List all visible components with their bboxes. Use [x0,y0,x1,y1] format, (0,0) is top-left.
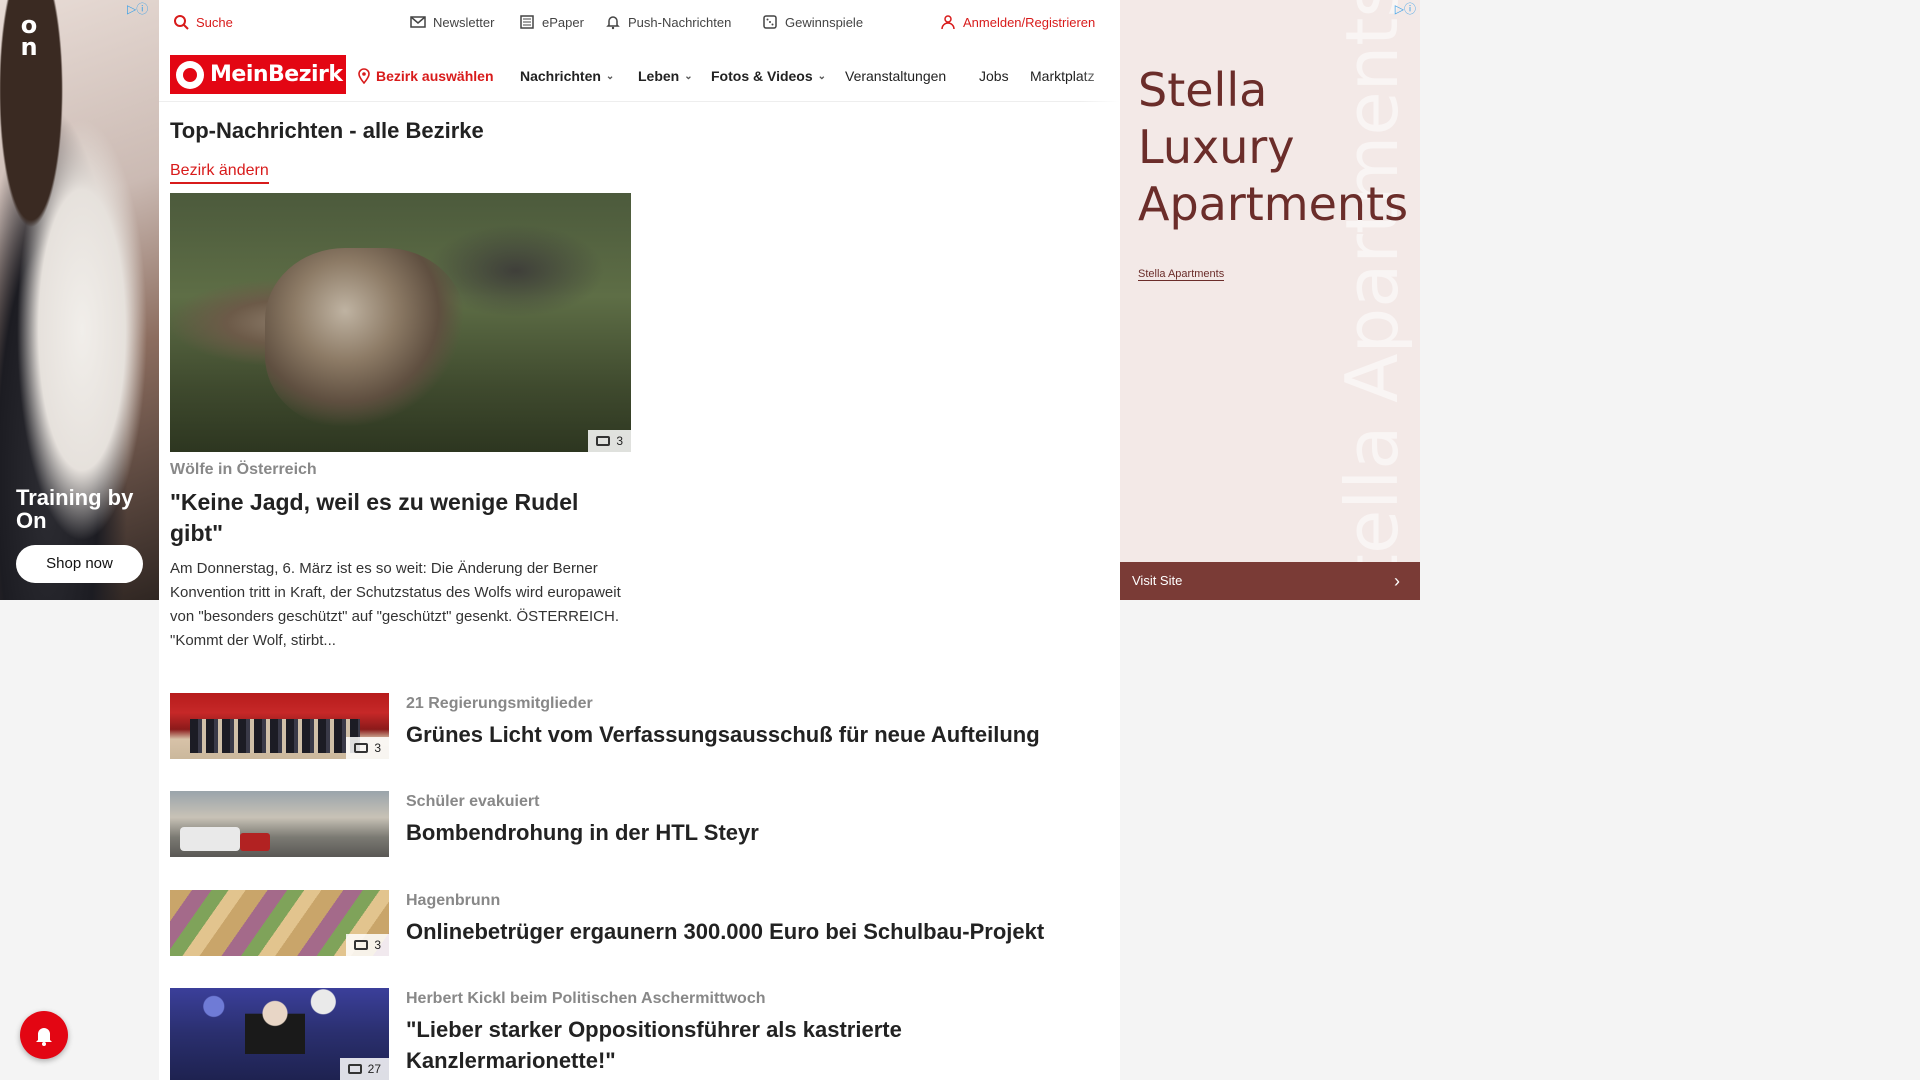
hero-headline[interactable]: "Keine Jagd, weil es zu wenige Rudel gib… [170,487,631,549]
article-kicker: Schüler evakuiert [406,793,540,810]
nav-leben-label: Leben [638,68,680,84]
search-link[interactable]: Suche [173,14,233,30]
chevron-down-icon: ⌄ [684,70,693,82]
nav-fotos-videos-label: Fotos & Videos [711,68,813,84]
gallery-icon [354,743,369,753]
hero-teaser: Am Donnerstag, 6. März ist es so weit: D… [170,560,621,649]
bell-icon [36,1028,52,1046]
article-headline[interactable]: Bombendrohung in der HTL Steyr [406,817,1106,848]
change-bezirk-link[interactable]: Bezirk ändern [170,162,269,184]
nav-fotos-videos[interactable]: Fotos & Videos ⌄ [711,68,826,84]
bezirk-select-label: Bezirk auswählen [376,68,494,84]
article-item[interactable]: 3 21 Regierungsmitglieder Grünes Licht v… [170,693,1105,761]
image-count: 3 [374,741,381,755]
image-count-badge: 3 [588,430,631,452]
gewinnspiele-label: Gewinnspiele [785,14,864,30]
epaper-label: ePaper [542,14,584,30]
article-item[interactable]: 3 Hagenbrunn Onlinebetrüger ergaunern 30… [170,890,1105,958]
push-label: Push-Nachrichten [628,14,732,30]
right-ad-banner[interactable]: Stella Apartments ▷ⓘ Stella Luxury Apart… [1120,0,1420,600]
newsletter-label: Newsletter [433,14,495,30]
bell-icon [606,16,620,30]
ad-headline: Training by On [16,485,134,533]
hero-kicker: Wölfe in Österreich [170,461,317,478]
nav-jobs-label: Jobs [979,68,1009,84]
article-item[interactable]: 27 Herbert Kickl beim Politischen Ascher… [170,988,1105,1080]
epaper-link[interactable]: ePaper [519,14,584,30]
nav-veranstaltungen[interactable]: Veranstaltungen [845,68,946,84]
nav-leben[interactable]: Leben ⌄ [638,68,693,84]
login-label: Anmelden/Registrieren [963,14,1096,30]
hero-image[interactable]: 3 [170,193,631,452]
newsletter-link[interactable]: Newsletter [410,14,494,30]
adchoices-icon[interactable]: ▷ⓘ [1395,0,1416,17]
visit-site-label: Visit Site [1132,573,1183,588]
push-link[interactable]: Push-Nachrichten [605,14,731,30]
image-count: 3 [374,938,381,952]
search-label: Suche [196,14,233,30]
article-thumbnail: 3 [170,890,389,956]
nav-jobs[interactable]: Jobs [979,68,1009,84]
bezirk-select-button[interactable]: Bezirk auswählen [357,68,494,84]
location-pin-icon [358,68,370,84]
article-thumbnail: 3 [170,693,389,759]
article-kicker: Herbert Kickl beim Politischen Aschermit… [406,990,766,1007]
image-count-badge: 3 [346,934,389,956]
article-headline[interactable]: "Lieber starker Oppositionsführer als ka… [406,1014,1106,1076]
nav-nachrichten-label: Nachrichten [520,68,601,84]
wolf-photo [265,248,465,428]
section-title: Top-Nachrichten - alle Bezirke [170,118,484,143]
thumbnail-photo [180,827,240,851]
user-icon [941,15,955,30]
advertiser-link[interactable]: Stella Apartments [1138,268,1225,281]
gallery-icon [354,940,369,950]
on-brand-logo: on [20,11,38,61]
article-headline[interactable]: Grünes Licht vom Verfassungsausschuß für… [406,719,1106,750]
login-link[interactable]: Anmelden/Registrieren [940,14,1095,30]
thumbnail-photo [245,996,305,1054]
image-count: 3 [616,434,623,448]
ad-headline: Stella Luxury Apartments [1138,63,1409,231]
chevron-down-icon: ⌄ [817,70,827,82]
chevron-down-icon: ⌄ [605,70,615,82]
thumbnail-photo-detail [240,833,270,851]
logo-sun-icon [176,60,204,89]
main-navigation: MeinBezirk Bezirk auswählen Nachrichten ⌄… [159,50,1120,102]
newspaper-icon [520,15,534,29]
nav-nachrichten[interactable]: Nachrichten ⌄ [520,68,614,84]
adchoices-icon[interactable]: ▷ⓘ [127,0,157,16]
dice-icon [763,15,777,29]
article-thumbnail [170,791,389,857]
search-icon [174,15,189,30]
article-kicker: 21 Regierungsmitglieder [406,695,593,712]
gallery-icon [596,436,611,446]
nav-fade-overlay [1080,50,1120,102]
visit-site-button[interactable]: Visit Site › [1120,562,1420,600]
mail-icon [410,16,426,28]
gewinnspiele-link[interactable]: Gewinnspiele [762,14,863,30]
article-headline[interactable]: Onlinebetrüger ergaunern 300.000 Euro be… [406,916,1106,947]
shop-now-button[interactable]: Shop now [16,545,143,583]
thumbnail-photo [190,719,360,753]
utility-bar: Suche Newsletter ePaper Push-Nachrichten… [159,0,1120,46]
logo-text: MeinBezirk [210,62,343,87]
image-count-badge: 3 [346,737,389,759]
main-content: Suche Newsletter ePaper Push-Nachrichten… [159,0,1120,1080]
article-item[interactable]: Schüler evakuiert Bombendrohung in der H… [170,791,1105,859]
left-ad-banner[interactable]: on ▷ⓘ Training by On Shop now [0,0,159,600]
meinbezirk-logo[interactable]: MeinBezirk [170,55,346,94]
nav-veranstaltungen-label: Veranstaltungen [845,68,947,84]
image-count: 27 [367,1062,381,1076]
gallery-icon [347,1064,362,1074]
chevron-right-icon: › [1394,571,1400,591]
article-kicker: Hagenbrunn [406,892,501,909]
notification-bell-button[interactable] [20,1011,68,1059]
article-thumbnail: 27 [170,988,389,1080]
image-count-badge: 27 [339,1058,389,1080]
